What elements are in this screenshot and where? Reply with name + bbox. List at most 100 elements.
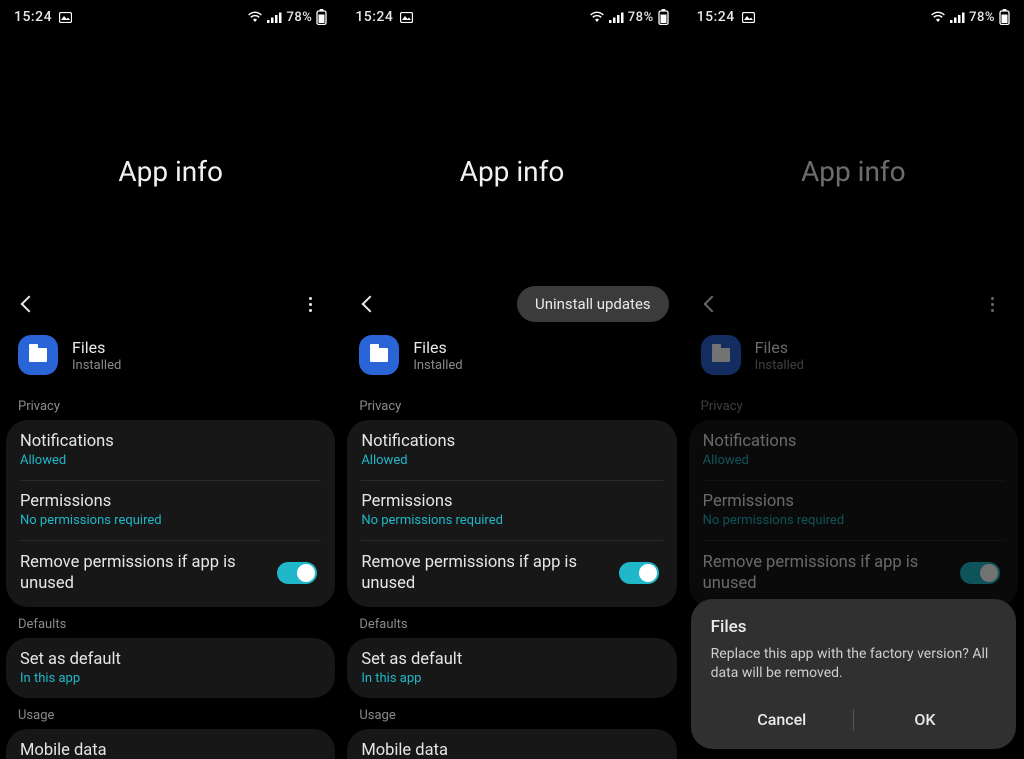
- set-default-item[interactable]: Set as default In this app: [6, 638, 335, 698]
- battery-icon: [316, 9, 327, 25]
- privacy-card: Notifications Allowed Permissions No per…: [689, 420, 1018, 607]
- section-label-privacy: Privacy: [683, 389, 1024, 420]
- remove-permissions-item[interactable]: Remove permissions if app is unused: [347, 540, 676, 607]
- permissions-title: Permissions: [361, 492, 662, 511]
- app-install-status: Installed: [413, 358, 462, 373]
- app-name: Files: [755, 338, 804, 357]
- battery-percent: 78%: [969, 10, 995, 25]
- back-button[interactable]: [695, 287, 729, 321]
- picture-icon: [400, 12, 413, 23]
- mobile-data-item[interactable]: Mobile data No data used: [347, 729, 676, 759]
- picture-icon: [59, 12, 72, 23]
- signal-icon: [950, 12, 965, 23]
- remove-permissions-toggle[interactable]: [960, 562, 1000, 584]
- page-title: App info: [683, 155, 1024, 188]
- section-label-privacy: Privacy: [0, 389, 341, 420]
- app-header: Files Installed: [0, 325, 341, 389]
- permissions-item[interactable]: Permissions No permissions required: [347, 480, 676, 540]
- app-name: Files: [72, 338, 121, 357]
- remove-permissions-toggle[interactable]: [619, 562, 659, 584]
- status-bar: 15:24 78%: [0, 0, 341, 30]
- mobile-data-title: Mobile data: [361, 741, 662, 759]
- mobile-data-title: Mobile data: [20, 741, 321, 759]
- dialog-body: Replace this app with the factory versio…: [711, 645, 996, 684]
- dialog-title: Files: [711, 617, 996, 637]
- screen-app-info-menu-open: 15:24 78% App info Uninstall updates Fil…: [341, 0, 682, 759]
- remove-permissions-title: Remove permissions if app is unused: [703, 552, 933, 595]
- back-button[interactable]: [12, 287, 46, 321]
- dialog-actions: Cancel OK: [711, 698, 996, 741]
- mobile-data-item[interactable]: Mobile data No data used: [6, 729, 335, 759]
- permissions-title: Permissions: [703, 492, 1004, 511]
- more-button[interactable]: [293, 287, 327, 321]
- remove-permissions-item[interactable]: Remove permissions if app is unused: [6, 540, 335, 607]
- remove-permissions-title: Remove permissions if app is unused: [361, 552, 591, 595]
- screen-app-info-default: 15:24 78% App info: [0, 0, 341, 759]
- wifi-icon: [930, 11, 946, 23]
- status-time: 15:24: [355, 9, 393, 25]
- toolbar: Uninstall updates: [341, 283, 682, 325]
- folder-icon: [29, 348, 47, 362]
- permissions-title: Permissions: [20, 492, 321, 511]
- more-button[interactable]: [976, 287, 1010, 321]
- remove-permissions-toggle[interactable]: [277, 562, 317, 584]
- section-label-usage: Usage: [0, 698, 341, 729]
- status-time: 15:24: [14, 9, 52, 25]
- remove-permissions-title: Remove permissions if app is unused: [20, 552, 250, 595]
- app-install-status: Installed: [72, 358, 121, 373]
- permissions-item[interactable]: Permissions No permissions required: [6, 480, 335, 540]
- notifications-sub: Allowed: [703, 453, 1004, 468]
- folder-icon: [370, 348, 388, 362]
- battery-percent: 78%: [628, 10, 654, 25]
- status-bar: 15:24 78%: [683, 0, 1024, 30]
- more-vert-icon: [309, 297, 312, 312]
- signal-icon: [267, 12, 282, 23]
- battery-icon: [658, 9, 669, 25]
- section-label-usage: Usage: [341, 698, 682, 729]
- defaults-card: Set as default In this app: [347, 638, 676, 698]
- page-title: App info: [0, 155, 341, 188]
- back-button[interactable]: [353, 287, 387, 321]
- chevron-left-icon: [703, 296, 720, 313]
- permissions-sub: No permissions required: [703, 513, 1004, 528]
- page-title: App info: [341, 155, 682, 188]
- app-install-status: Installed: [755, 358, 804, 373]
- wifi-icon: [247, 11, 263, 23]
- usage-card: Mobile data No data used: [6, 729, 335, 759]
- folder-icon: [712, 348, 730, 362]
- notifications-title: Notifications: [361, 432, 662, 451]
- notifications-sub: Allowed: [361, 453, 662, 468]
- screen-app-info-confirm-dialog: 15:24 78% App info Files Installed Priva…: [683, 0, 1024, 759]
- wifi-icon: [589, 11, 605, 23]
- defaults-card: Set as default In this app: [6, 638, 335, 698]
- set-default-title: Set as default: [361, 650, 662, 669]
- notifications-item[interactable]: Notifications Allowed: [689, 420, 1018, 480]
- picture-icon: [742, 12, 755, 23]
- app-icon: [359, 335, 399, 375]
- notifications-item[interactable]: Notifications Allowed: [6, 420, 335, 480]
- set-default-sub: In this app: [361, 671, 662, 686]
- cancel-button[interactable]: Cancel: [711, 698, 853, 741]
- notifications-title: Notifications: [703, 432, 1004, 451]
- app-header: Files Installed: [341, 325, 682, 389]
- permissions-sub: No permissions required: [361, 513, 662, 528]
- uninstall-updates-menu-item[interactable]: Uninstall updates: [517, 286, 669, 322]
- set-default-item[interactable]: Set as default In this app: [347, 638, 676, 698]
- signal-icon: [609, 12, 624, 23]
- privacy-card: Notifications Allowed Permissions No per…: [347, 420, 676, 607]
- ok-button[interactable]: OK: [854, 698, 996, 741]
- section-label-privacy: Privacy: [341, 389, 682, 420]
- remove-permissions-item[interactable]: Remove permissions if app is unused: [689, 540, 1018, 607]
- set-default-title: Set as default: [20, 650, 321, 669]
- permissions-sub: No permissions required: [20, 513, 321, 528]
- app-header: Files Installed: [683, 325, 1024, 389]
- battery-percent: 78%: [286, 10, 312, 25]
- status-bar: 15:24 78%: [341, 0, 682, 30]
- app-icon: [701, 335, 741, 375]
- section-label-defaults: Defaults: [0, 607, 341, 638]
- usage-card: Mobile data No data used: [347, 729, 676, 759]
- permissions-item[interactable]: Permissions No permissions required: [689, 480, 1018, 540]
- notifications-item[interactable]: Notifications Allowed: [347, 420, 676, 480]
- status-time: 15:24: [697, 9, 735, 25]
- uninstall-updates-dialog: Files Replace this app with the factory …: [691, 599, 1016, 749]
